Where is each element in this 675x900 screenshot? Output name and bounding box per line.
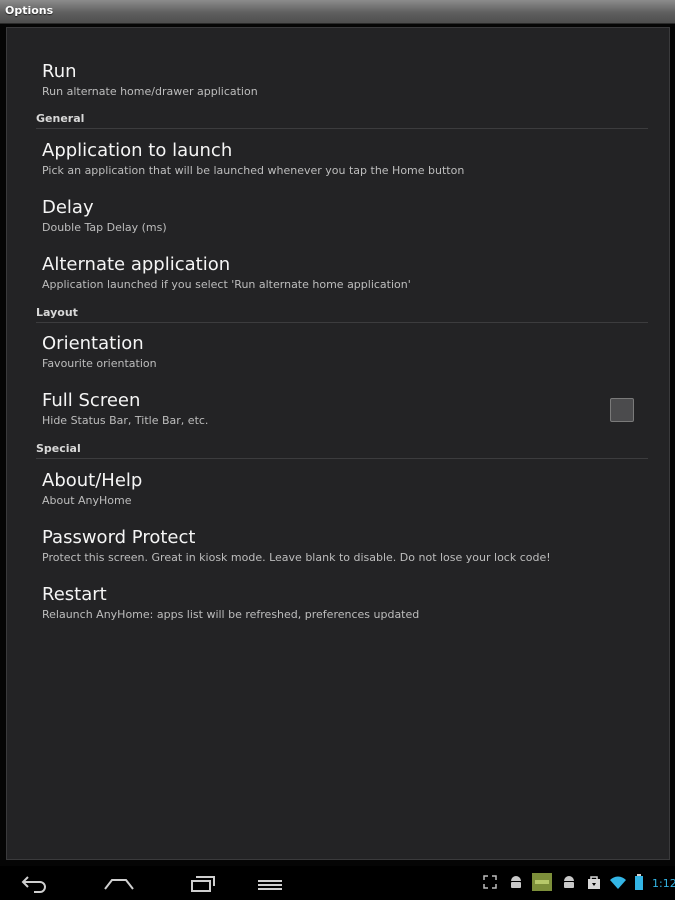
- pref-summary: Double Tap Delay (ms): [42, 221, 167, 234]
- pref-alternate-application[interactable]: Alternate application Application launch…: [42, 254, 411, 292]
- pref-title: Delay: [42, 197, 94, 218]
- pref-summary: Pick an application that will be launche…: [42, 164, 465, 177]
- window-title: Options: [5, 4, 54, 17]
- pref-password-protect[interactable]: Password Protect Protect this screen. Gr…: [42, 527, 551, 565]
- pref-application-to-launch[interactable]: Application to launch Pick an applicatio…: [42, 140, 464, 178]
- pref-summary: Run alternate home/drawer application: [42, 85, 258, 98]
- category-layout: Layout: [36, 306, 648, 323]
- app-icon[interactable]: [531, 872, 553, 892]
- pref-full-screen[interactable]: Full Screen Hide Status Bar, Title Bar, …: [42, 390, 208, 428]
- pref-title: Orientation: [42, 333, 144, 354]
- pref-title: Password Protect: [42, 527, 196, 548]
- full-screen-checkbox[interactable]: [610, 398, 634, 422]
- title-bar: Options: [0, 0, 675, 24]
- pref-title: Full Screen: [42, 390, 141, 411]
- pref-title: Run: [42, 61, 77, 82]
- pref-summary: About AnyHome: [42, 494, 132, 507]
- menu-icon[interactable]: [255, 872, 285, 894]
- system-nav-bar: 1:12: [0, 866, 675, 900]
- pref-title: Application to launch: [42, 140, 233, 161]
- pref-run[interactable]: Run Run alternate home/drawer applicatio…: [42, 61, 258, 99]
- battery-icon: [635, 874, 643, 890]
- home-icon[interactable]: [102, 872, 136, 894]
- pref-summary: Hide Status Bar, Title Bar, etc.: [42, 414, 209, 427]
- clock: 1:12: [652, 877, 675, 890]
- android-icon[interactable]: [561, 874, 577, 890]
- pref-about-help[interactable]: About/Help About AnyHome: [42, 470, 142, 508]
- bag-icon[interactable]: [586, 874, 602, 890]
- pref-summary: Relaunch AnyHome: apps list will be refr…: [42, 608, 420, 621]
- pref-restart[interactable]: Restart Relaunch AnyHome: apps list will…: [42, 584, 419, 622]
- category-general: General: [36, 112, 648, 129]
- pref-summary: Application launched if you select 'Run …: [42, 278, 411, 291]
- recent-apps-icon[interactable]: [188, 872, 218, 894]
- fullscreen-icon[interactable]: [482, 874, 498, 890]
- category-special: Special: [36, 442, 648, 459]
- pref-orientation[interactable]: Orientation Favourite orientation: [42, 333, 157, 371]
- pref-delay[interactable]: Delay Double Tap Delay (ms): [42, 197, 167, 235]
- pref-summary: Favourite orientation: [42, 357, 157, 370]
- pref-title: Restart: [42, 584, 107, 605]
- back-icon[interactable]: [20, 872, 50, 894]
- pref-summary: Protect this screen. Great in kiosk mode…: [42, 551, 551, 564]
- pref-title: About/Help: [42, 470, 143, 491]
- pref-title: Alternate application: [42, 254, 231, 275]
- preferences-panel: Run Run alternate home/drawer applicatio…: [6, 27, 670, 860]
- android-icon[interactable]: [508, 874, 524, 890]
- wifi-icon: [610, 876, 626, 889]
